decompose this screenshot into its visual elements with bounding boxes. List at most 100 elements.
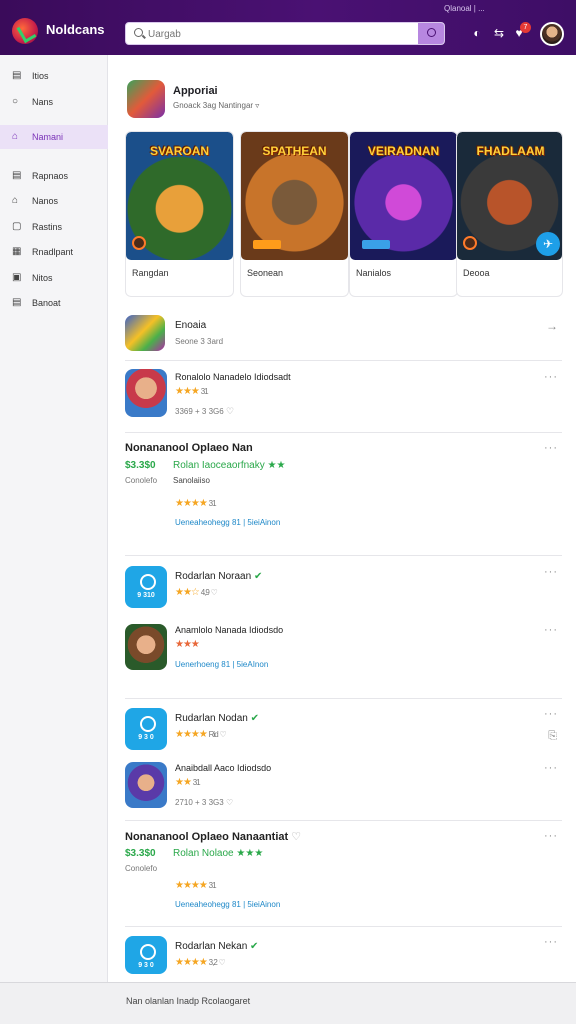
details-link[interactable]: Uenerhoeng 81 | 5ieAInon <box>175 660 268 669</box>
section-app-icon[interactable] <box>127 80 165 118</box>
card-artwork: VEIRADNAN <box>350 132 457 260</box>
app-title: Nonananool Oplaeo Nan <box>125 442 253 454</box>
sidebar: ▤ Itios ○ Nans ⌂ Namani ▤ Rapnaos ⌂ Nano… <box>0 55 108 982</box>
heart-icon[interactable]: ♡ <box>211 588 218 597</box>
badge-icon <box>253 240 281 249</box>
list-item[interactable]: 9 310 Rodarlan Noraan ✔ ★★☆ 4,9 ♡ ··· <box>125 566 562 610</box>
search-button[interactable] <box>418 23 444 44</box>
grid-icon: ▦ <box>12 246 22 257</box>
sidebar-item-nitos[interactable]: ▣ Nitos <box>0 266 108 290</box>
divider <box>125 360 562 361</box>
card-label: Deooa <box>463 268 490 278</box>
box-icon: ▢ <box>12 221 22 232</box>
badge-icon <box>132 236 146 250</box>
bookmark-icon: ▤ <box>12 297 22 308</box>
divider <box>125 555 562 556</box>
main-content: Apporiai Gnoack 3ag Nantingar ▿ SVAROAN … <box>109 55 576 982</box>
card-art-title: FHADLAAM <box>476 144 545 158</box>
heart-icon[interactable]: ♡ <box>219 958 226 967</box>
search-icon: ○ <box>12 96 19 107</box>
sidebar-item-label: Rapnaos <box>32 171 69 181</box>
sidebar-item-nanos[interactable]: ⌂ Nanos <box>0 189 108 213</box>
app-title: Nonananool Oplaeo Nanaantiat ♡ <box>125 831 302 843</box>
sidebar-item-label: Nans <box>32 97 54 107</box>
heart-icon[interactable]: ♡ <box>291 831 301 843</box>
sync-icon[interactable]: ⇆ <box>492 26 506 40</box>
sidebar-item-rastins[interactable]: ▢ Rastins <box>0 215 108 239</box>
sidebar-item-label: Banoat <box>32 298 61 308</box>
footer-bar: Nan olanlan Inadp Rcolaogaret <box>0 982 576 1024</box>
sidebar-item-banoat[interactable]: ▤ Banoat <box>0 291 108 315</box>
sidebar-item-nans[interactable]: ○ Nans <box>0 90 108 114</box>
share-icon[interactable]: ✈ <box>536 232 560 256</box>
details-link[interactable]: Ueneaheohegg 81 | 5ieiAinon <box>175 518 280 527</box>
app-icon-label: 9 3 0 <box>138 734 154 741</box>
more-options-icon[interactable]: ··· <box>544 624 558 636</box>
featured-card[interactable]: VEIRADNAN Nanialos <box>349 131 458 297</box>
brand-name: Noldcans <box>46 22 105 37</box>
house-icon: ⌂ <box>12 195 19 206</box>
card-art-title: SPATHEAN <box>262 144 327 158</box>
shield-icon: ▿ <box>255 101 260 110</box>
verified-icon: ✔ <box>253 571 263 582</box>
app-title: Anamlolo Nanada Idiodsdo <box>175 625 284 635</box>
sidebar-item-label: Rnadlpant <box>32 247 74 257</box>
sidebar-item-itios[interactable]: ▤ Itios <box>0 64 108 88</box>
heart-icon[interactable]: ♡ <box>226 798 233 807</box>
star-icon: ★★★ <box>236 848 264 859</box>
user-avatar[interactable] <box>540 22 564 46</box>
list-icon: ▤ <box>12 170 22 181</box>
more-options-icon[interactable]: ··· <box>544 442 558 454</box>
heart-icon[interactable]: ♡ <box>219 730 226 739</box>
app-icon-label: 9 310 <box>137 592 155 599</box>
list-item[interactable]: Ronalolo Nanadelo Idiodsadt ★★★ 31 3369 … <box>125 369 562 419</box>
app-logo[interactable] <box>12 18 38 44</box>
sidebar-item-rnadlpant[interactable]: ▦ Rnadlpant <box>0 240 108 264</box>
profile-circle-icon[interactable]: ◐ <box>470 26 484 40</box>
more-options-icon[interactable]: ··· <box>544 371 558 383</box>
sidebar-item-label: Rastins <box>32 222 63 232</box>
rating-stars: ★★☆ 4,9 ♡ <box>175 587 218 598</box>
list-item[interactable]: Nonananool Oplaeo Nanaantiat ♡ $3.3$0 Ro… <box>125 830 562 925</box>
app-meta: Conolefo <box>125 864 158 873</box>
card-art-title: VEIRADNAN <box>367 144 440 158</box>
sidebar-item-rapnaos[interactable]: ▤ Rapnaos <box>0 164 108 188</box>
list-item[interactable]: Nonananool Oplaeo Nan $3.3$0 Rolan Iaoce… <box>125 442 562 537</box>
rating-stars: ★★★★ 3,2 ♡ <box>175 957 226 968</box>
promo-label: Rolan Nolaoe ★★★ <box>173 848 264 859</box>
list-item[interactable]: Anaibdall Aaco Idiodsdo ★★ 31 2710 + 3 3… <box>125 762 562 810</box>
featured-card[interactable]: FHADLAAM ✈ Deooa <box>456 131 563 297</box>
sidebar-item-namani[interactable]: ⌂ Namani <box>0 125 108 149</box>
badge-icon <box>362 240 390 249</box>
rating-stars: ★★ 31 <box>175 777 201 788</box>
list-item[interactable]: Enoaia Seone 3 3ard → <box>125 315 562 355</box>
search-input[interactable] <box>148 26 418 42</box>
app-icon: 9 3 0 <box>125 936 167 974</box>
card-artwork: SVAROAN <box>126 132 233 260</box>
more-options-icon[interactable]: ··· <box>544 762 558 774</box>
rating-stars: ★★★★ 31 <box>175 498 217 509</box>
more-options-icon[interactable]: ··· <box>544 936 558 948</box>
home-icon: ⌂ <box>12 131 19 142</box>
app-icon: 9 3 0 <box>125 708 167 750</box>
more-options-icon[interactable]: ··· <box>544 830 558 842</box>
share-icon[interactable]: ⎘ <box>548 730 558 743</box>
list-item[interactable]: 9 3 0 Rodarlan Nekan ✔ ★★★★ 3,2 ♡ ··· <box>125 936 562 978</box>
header-top-text: Qlanoal | ... <box>444 4 485 13</box>
featured-card[interactable]: SPATHEAN Seonean <box>240 131 349 297</box>
more-options-icon[interactable]: ··· <box>544 708 558 720</box>
verified-icon: ✔ <box>250 941 259 952</box>
app-meta: 2710 + 3 3G3 ♡ <box>175 798 234 807</box>
details-link[interactable]: Ueneaheohegg 81 | 5ieiAinon <box>175 900 280 909</box>
app-title: Ronalolo Nanadelo Idiodsadt <box>175 372 291 382</box>
card-label: Nanialos <box>356 268 392 278</box>
app-meta: 3369 + 3 3G6 ♡ <box>175 406 235 416</box>
more-options-icon[interactable]: ··· <box>544 566 558 578</box>
heart-icon[interactable]: ♡ <box>226 406 234 416</box>
list-item[interactable]: 9 3 0 Rudarlan Nodan ✔ ★★★★ Rid ♡ ··· ⎘ <box>125 708 562 752</box>
list-item[interactable]: Anamlolo Nanada Idiodsdo ★★★ Uenerhoeng … <box>125 624 562 672</box>
featured-card[interactable]: SVAROAN Rangdan <box>125 131 234 297</box>
app-icon <box>125 624 167 670</box>
promo-label: Rolan Iaoceaorfnaky ★★ <box>173 460 286 471</box>
arrow-right-icon[interactable]: → <box>546 319 558 333</box>
